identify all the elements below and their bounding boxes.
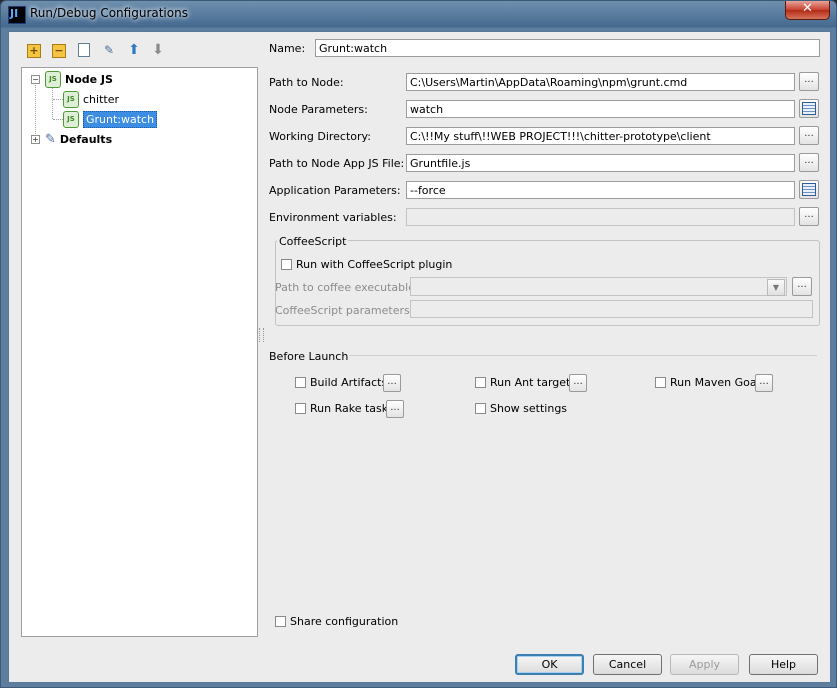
tree-group-node-js[interactable]: JS Node JS	[45, 70, 113, 88]
before-launch-title: Before Launch	[269, 350, 349, 363]
splitter-handle[interactable]	[259, 328, 264, 342]
app-icon: JI	[8, 6, 26, 24]
dialog-body: + − ✎ ⬆ ⬇ − JS Node JS JS chitter JS Gru…	[8, 31, 831, 683]
env-vars-label: Environment variables:	[269, 211, 397, 224]
show-settings-checkbox[interactable]	[475, 403, 486, 414]
remove-configuration-button[interactable]: −	[52, 44, 66, 58]
run-with-coffeescript-label: Run with CoffeeScript plugin	[296, 258, 453, 271]
expand-node-parameters-button[interactable]	[799, 99, 819, 118]
tree-item-label: Grunt:watch	[83, 110, 158, 128]
tree-item-grunt-watch[interactable]: JS Grunt:watch	[63, 110, 158, 128]
add-configuration-button[interactable]: +	[27, 44, 41, 58]
add-icon: +	[29, 44, 39, 57]
path-to-node-label: Path to Node:	[269, 76, 344, 89]
expand-app-parameters-button[interactable]	[799, 180, 819, 199]
collapse-node-js-toggle[interactable]: −	[31, 75, 40, 84]
run-rake-task-checkbox[interactable]	[295, 403, 306, 414]
chevron-down-icon[interactable]: ▼	[767, 279, 785, 296]
run-rake-task-settings-button[interactable]: ...	[386, 400, 404, 418]
share-configuration-checkbox[interactable]	[275, 616, 286, 627]
title-bar: JI Run/Debug Configurations ✕	[1, 1, 836, 27]
configuration-tree[interactable]: − JS Node JS JS chitter JS Grunt:watch +…	[21, 67, 258, 637]
name-label: Name:	[269, 42, 306, 55]
node-parameters-label: Node Parameters:	[269, 103, 368, 116]
wrench-icon: ✎	[45, 131, 56, 147]
build-artifacts-checkbox[interactable]	[295, 377, 306, 388]
coffee-exec-label: Path to coffee executable:	[275, 281, 419, 294]
browse-working-directory-button[interactable]: ...	[799, 126, 819, 145]
app-js-file-label: Path to Node App JS File:	[269, 157, 405, 170]
show-settings-label: Show settings	[490, 402, 568, 415]
dialog-window: JI Run/Debug Configurations ✕ + − ✎ ⬆ ⬇ …	[0, 0, 837, 688]
nodejs-icon: JS	[45, 70, 61, 88]
run-maven-goal-checkbox[interactable]	[655, 377, 666, 388]
run-with-coffeescript-checkbox[interactable]	[281, 259, 292, 270]
browse-path-to-node-button[interactable]: ...	[799, 72, 819, 91]
working-directory-label: Working Directory:	[269, 130, 371, 143]
node-parameters-input[interactable]: watch	[406, 100, 795, 118]
close-icon: ✕	[802, 1, 813, 16]
app-parameters-label: Application Parameters:	[269, 184, 401, 197]
before-launch-divider	[349, 355, 817, 356]
run-ant-target-checkbox[interactable]	[475, 377, 486, 388]
tree-guide-line	[35, 82, 36, 138]
coffee-params-label: CoffeeScript parameters:	[275, 304, 414, 317]
cancel-button[interactable]: Cancel	[593, 654, 662, 675]
help-button[interactable]: Help	[749, 654, 818, 675]
text-editor-icon	[802, 102, 816, 115]
arrow-up-icon: ⬆	[128, 42, 140, 58]
move-up-button[interactable]: ⬆	[126, 42, 142, 58]
working-directory-input[interactable]: C:\!!My stuff\!!WEB PROJECT!!!\chitter-p…	[406, 127, 795, 145]
browse-app-js-file-button[interactable]: ...	[799, 153, 819, 172]
edit-defaults-button[interactable]: ✎	[101, 42, 117, 58]
app-js-file-input[interactable]: Gruntfile.js	[406, 154, 795, 172]
build-artifacts-label: Build Artifacts	[310, 376, 388, 389]
arrow-down-icon: ⬇	[152, 42, 164, 58]
tree-group-defaults[interactable]: ✎ Defaults	[45, 130, 112, 148]
expand-defaults-toggle[interactable]: +	[31, 135, 40, 144]
tree-guide-line	[53, 99, 63, 100]
build-artifacts-settings-button[interactable]: ...	[383, 374, 401, 392]
close-window-button[interactable]: ✕	[785, 1, 830, 20]
copy-configuration-button[interactable]	[76, 42, 92, 58]
app-icon-glyph: JI	[10, 7, 19, 20]
apply-button[interactable]: Apply	[670, 654, 739, 675]
tree-item-label: chitter	[83, 92, 119, 106]
run-ant-target-settings-button[interactable]: ...	[569, 374, 587, 392]
tree-guide-line	[53, 119, 63, 120]
tree-group-label: Defaults	[59, 132, 113, 146]
wrench-icon: ✎	[103, 43, 115, 57]
name-input[interactable]: Grunt:watch	[315, 39, 820, 57]
run-rake-task-label: Run Rake task	[310, 402, 389, 415]
text-editor-icon	[802, 183, 816, 196]
coffee-exec-combo[interactable]: ▼	[410, 277, 787, 296]
remove-icon: −	[54, 44, 64, 57]
run-maven-goal-label: Run Maven Goal	[670, 376, 760, 389]
nodejs-icon: JS	[63, 90, 79, 108]
edit-env-vars-button[interactable]: ...	[799, 207, 819, 226]
run-ant-target-label: Run Ant target	[490, 376, 571, 389]
ok-button[interactable]: OK	[515, 654, 584, 675]
window-title: Run/Debug Configurations	[30, 6, 188, 20]
share-configuration-label: Share configuration	[290, 615, 399, 628]
browse-coffee-exec-button[interactable]: ...	[792, 277, 812, 296]
nodejs-icon: JS	[63, 110, 79, 128]
coffeescript-group-title: CoffeeScript	[277, 235, 349, 248]
env-vars-input[interactable]	[406, 208, 795, 226]
run-maven-goal-settings-button[interactable]: ...	[755, 374, 773, 392]
coffee-params-input[interactable]	[410, 300, 813, 318]
tree-item-chitter[interactable]: JS chitter	[63, 90, 119, 108]
copy-icon	[78, 43, 90, 57]
tree-group-label: Node JS	[65, 72, 113, 86]
path-to-node-input[interactable]: C:\Users\Martin\AppData\Roaming\npm\grun…	[406, 73, 795, 91]
tree-guide-line	[52, 88, 53, 119]
move-down-button[interactable]: ⬇	[150, 42, 166, 58]
app-parameters-input[interactable]: --force	[406, 181, 795, 199]
